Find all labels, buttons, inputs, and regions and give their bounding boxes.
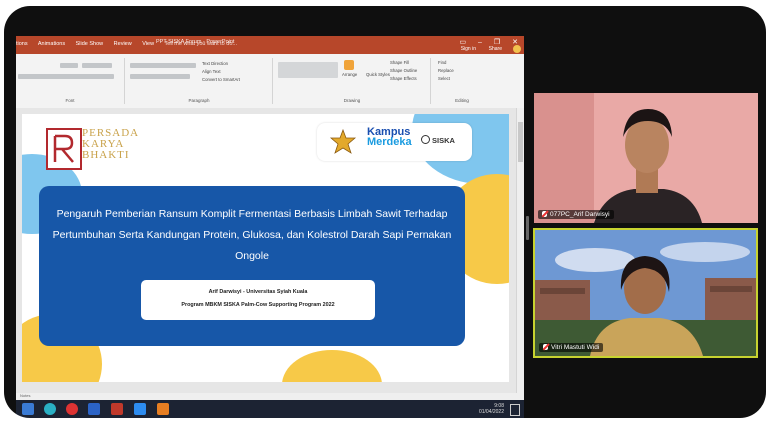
siska-logo: SISKA xyxy=(421,135,455,145)
participant-arif-video-feed xyxy=(534,93,758,223)
quick-styles-icon[interactable] xyxy=(344,60,354,70)
kampus-merdeka-logo: Kampus Merdeka xyxy=(367,127,412,148)
notes-button[interactable]: Notes xyxy=(20,393,30,398)
participant-name: Vitri Mastuti Widi xyxy=(551,344,600,351)
font-group-label: Font xyxy=(65,98,75,103)
pkb-logo-icon xyxy=(53,134,74,163)
split-view-handle[interactable] xyxy=(526,216,529,240)
ministry-emblem-icon xyxy=(329,129,357,154)
edge-icon[interactable] xyxy=(44,403,56,415)
drawing-group: Arrange Quick Styles Shape Fill Shape Ou… xyxy=(274,58,431,104)
shapes-gallery[interactable] xyxy=(278,62,338,78)
feedback-smiley-icon[interactable] xyxy=(513,45,521,53)
tab-view[interactable]: View xyxy=(142,41,154,47)
chrome-icon[interactable] xyxy=(66,403,78,415)
zoom-icon[interactable] xyxy=(134,403,146,415)
find-button[interactable]: Find xyxy=(438,60,446,65)
pkb-logo-text: PERSADA KARYA BHAKTI xyxy=(82,128,139,161)
drawing-group-label: Drawing xyxy=(343,98,361,103)
replace-button[interactable]: Replace xyxy=(438,68,454,73)
shape-fill-button[interactable]: Shape Fill xyxy=(390,60,409,65)
author-card: Arif Darwisyi - Universitas Syiah Kuala … xyxy=(141,280,375,320)
powerpoint-icon[interactable] xyxy=(111,403,123,415)
select-button[interactable]: Select xyxy=(438,76,450,81)
tray-date: 01/04/2022 xyxy=(478,409,504,415)
shared-screen: tions Animations Slide Show Review View … xyxy=(16,36,524,418)
font-grow-shrink[interactable] xyxy=(82,63,112,68)
participant-video-vitri[interactable]: Vitri Mastuti Widi xyxy=(533,228,758,358)
paragraph-group-label: Paragraph xyxy=(188,98,210,103)
partner-logos: Kampus Merdeka SISKA xyxy=(317,123,472,161)
notification-icon[interactable] xyxy=(510,404,520,416)
tab-animations[interactable]: Animations xyxy=(38,41,65,47)
persada-karya-bhakti-logo xyxy=(46,128,82,170)
mic-muted-icon xyxy=(542,211,547,217)
participant-name: 077PC_Arif Darwisyi xyxy=(550,211,610,218)
video-call-frame: tions Animations Slide Show Review View … xyxy=(4,6,766,418)
font-size-box[interactable] xyxy=(60,63,78,68)
merdeka-text: Merdeka xyxy=(367,136,412,148)
word-icon[interactable] xyxy=(88,403,100,415)
yellow-blob-bottom xyxy=(282,350,382,382)
paragraph-group: Text Direction Align Text Convert to Sma… xyxy=(126,58,273,104)
font-group: Font xyxy=(16,58,125,104)
shape-effects-button[interactable]: Shape Effects xyxy=(390,76,417,81)
start-icon[interactable] xyxy=(22,403,34,415)
tab-transitions[interactable]: tions xyxy=(16,41,28,47)
text-direction-button[interactable]: Text Direction xyxy=(202,61,228,66)
participant-video-arif[interactable]: 077PC_Arif Darwisyi xyxy=(534,93,758,223)
participant-name-tag: 077PC_Arif Darwisyi xyxy=(538,210,614,219)
ribbon: Font Text Direction Align Text Convert t… xyxy=(16,54,524,109)
tab-review[interactable]: Review xyxy=(114,41,132,47)
program-line: Program MBKM SISKA Palm-Cow Supporting P… xyxy=(181,302,335,308)
window-title: PPT SISKA Forum - PowerPoint xyxy=(156,39,235,45)
windows-taskbar: 9:08 01/04/2022 xyxy=(16,400,524,418)
arrange-button[interactable]: Arrange xyxy=(342,72,357,77)
slide-canvas[interactable]: PERSADA KARYA BHAKTI Kampus Merdeka SISK… xyxy=(22,114,509,382)
author-line: Arif Darwisyi - Universitas Syiah Kuala xyxy=(208,289,308,295)
title-card: Pengaruh Pemberian Ransum Komplit Fermen… xyxy=(39,186,465,346)
font-format-buttons[interactable] xyxy=(18,74,114,79)
powerpoint-titlebar: tions Animations Slide Show Review View … xyxy=(16,36,524,54)
restore-button[interactable]: ❐ xyxy=(494,39,500,46)
participant-vitri-video-feed xyxy=(535,230,756,356)
pkb-line-3: BHAKTI xyxy=(82,149,130,161)
align-text-button[interactable]: Align Text xyxy=(202,69,221,74)
editing-group: Find Replace Select Editing xyxy=(432,58,492,104)
sign-in-link[interactable]: Sign in xyxy=(461,46,476,52)
align-buttons[interactable] xyxy=(130,74,190,79)
participant-name-tag: Vitri Mastuti Widi xyxy=(539,343,604,352)
share-button[interactable]: Share xyxy=(489,46,502,52)
list-buttons[interactable] xyxy=(130,63,196,68)
tab-slide-show[interactable]: Slide Show xyxy=(76,41,104,47)
window-controls: ▭ – ❐ ✕ xyxy=(449,38,518,46)
firefox-icon[interactable] xyxy=(157,403,169,415)
status-bar: Notes xyxy=(16,393,524,400)
convert-smartart-button[interactable]: Convert to SmartArt xyxy=(202,77,240,82)
system-tray: 9:08 01/04/2022 xyxy=(479,403,504,415)
mic-muted-icon xyxy=(543,344,548,350)
minimize-button[interactable]: – xyxy=(478,39,482,46)
slide-title: Pengaruh Pemberian Ransum Komplit Fermen… xyxy=(52,208,452,262)
vertical-scrollbar[interactable] xyxy=(516,108,524,393)
quick-styles-button[interactable]: Quick Styles xyxy=(366,72,390,77)
ribbon-display-button[interactable]: ▭ xyxy=(459,39,466,46)
slide-editing-area: PERSADA KARYA BHAKTI Kampus Merdeka SISK… xyxy=(16,108,524,393)
shape-outline-button[interactable]: Shape Outline xyxy=(390,68,417,73)
editing-group-label: Editing xyxy=(455,98,469,103)
scrollbar-thumb[interactable] xyxy=(518,122,523,162)
